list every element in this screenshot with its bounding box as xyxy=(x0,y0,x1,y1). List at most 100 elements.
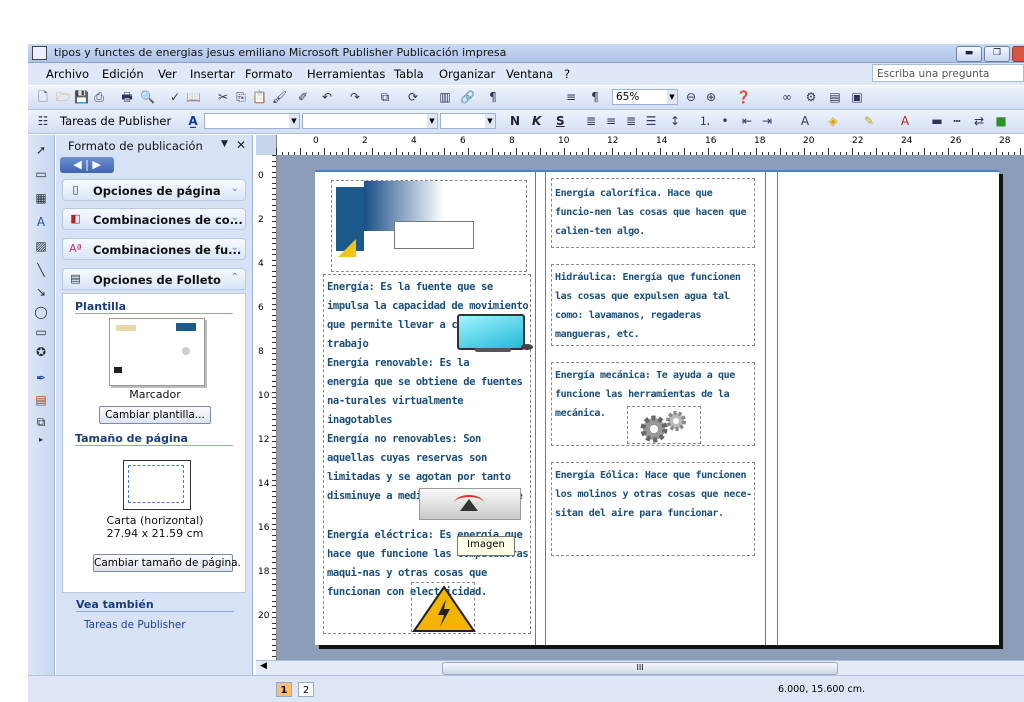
change-page-size-button[interactable]: Cambiar tamaño de página. xyxy=(93,554,241,572)
justify-icon[interactable]: ☰ xyxy=(644,114,658,128)
link-icon[interactable]: ∞ xyxy=(780,90,794,104)
monitor-image[interactable] xyxy=(457,314,533,354)
paragraph-hidraulica[interactable]: Hidráulica: Energía que funcionen las co… xyxy=(555,268,755,344)
zoom-out-icon[interactable]: ⊖ xyxy=(684,90,698,104)
decrease-indent-icon[interactable]: ⇤ xyxy=(740,114,754,128)
new-icon[interactable]: 🗋 xyxy=(36,90,50,104)
table-tool-icon[interactable]: ▦ xyxy=(34,191,48,205)
print-icon[interactable]: 🖶 xyxy=(120,90,134,104)
publisher-tasks-link[interactable]: Tareas de Publisher xyxy=(84,619,186,631)
oval-tool-icon[interactable]: ◯ xyxy=(34,305,48,319)
insert-hyperlink-icon[interactable]: 🔗 xyxy=(460,90,475,104)
menu-insertar[interactable]: Insertar xyxy=(190,67,235,81)
warning-image-frame[interactable] xyxy=(411,582,476,632)
section-page-options[interactable]: ▯ Opciones de página ⌄ xyxy=(62,179,246,201)
columns-icon[interactable]: ▥ xyxy=(438,90,452,104)
section-font-schemes[interactable]: Aª Combinaciones de fu... ⌄ xyxy=(62,238,246,260)
minimize-button[interactable]: ▬ xyxy=(956,46,982,62)
bullets-icon[interactable]: • xyxy=(718,114,732,128)
menu-edicion[interactable]: Edición xyxy=(102,67,144,81)
publication-page[interactable]: Energía: Es la fuente que se impulsa la … xyxy=(315,170,999,645)
italic-button[interactable]: K xyxy=(532,114,541,128)
align-right-icon[interactable]: ≣ xyxy=(624,114,638,128)
page-tab-1[interactable]: 1 xyxy=(276,682,292,697)
menu-archivo[interactable]: Archivo xyxy=(46,67,89,81)
clear-icon[interactable]: ✐ xyxy=(296,90,310,104)
line-spacing-icon[interactable]: ↕ xyxy=(668,114,682,128)
picture-frame-icon[interactable]: ▣ xyxy=(850,90,864,104)
picture-tool-icon[interactable]: ▨ xyxy=(34,239,48,253)
menu-ayuda[interactable]: ? xyxy=(564,67,570,81)
save-icon[interactable]: 💾 xyxy=(74,90,89,104)
template-thumbnail[interactable] xyxy=(109,318,205,386)
paragraph-calorifica[interactable]: Energía calorífica. Hace que funcio-nen … xyxy=(555,184,755,241)
design-gallery-icon[interactable]: ▤ xyxy=(34,393,48,407)
menu-organizar[interactable]: Organizar xyxy=(439,67,495,81)
copy-icon[interactable]: ⎘ xyxy=(234,90,248,104)
font-size-select[interactable]: ▼ xyxy=(440,113,496,129)
open-icon[interactable]: 🗁 xyxy=(56,90,71,104)
page-tab-2[interactable]: 2 xyxy=(298,682,314,697)
increase-indent-icon[interactable]: ⇥ xyxy=(760,114,774,128)
paragraph-icon[interactable]: ≡ xyxy=(564,90,578,104)
business-info-icon[interactable]: ⧉ xyxy=(34,415,48,429)
menu-formato[interactable]: Formato xyxy=(245,67,293,81)
bring-front-icon[interactable]: ⧉ xyxy=(378,90,392,104)
scroll-left-icon[interactable]: ◀ xyxy=(260,661,267,671)
zoom-select[interactable]: 65% ▼ xyxy=(612,89,678,105)
rotate-icon[interactable]: ⟳ xyxy=(406,90,420,104)
menu-ventana[interactable]: Ventana xyxy=(506,67,553,81)
font-select[interactable]: ▼ xyxy=(302,113,438,129)
print-preview-icon[interactable]: 🔍 xyxy=(140,90,155,104)
wordart-tool-icon[interactable]: A xyxy=(34,215,48,229)
vertical-ruler[interactable]: 0 2 4 6 8 10 12 14 16 18 20 xyxy=(256,155,277,660)
more-tools-icon[interactable]: ▸ xyxy=(34,433,48,447)
paragraph-renovable[interactable]: Energía renovable: Es la energía que se … xyxy=(327,354,533,430)
dash-style-icon[interactable]: ┅ xyxy=(950,114,964,128)
line-color-icon[interactable]: ✎ xyxy=(862,114,876,128)
text-box-tool-icon[interactable]: ▭ xyxy=(34,167,48,181)
change-template-button[interactable]: Cambiar plantilla... xyxy=(99,406,211,424)
style-select[interactable]: ▼ xyxy=(204,113,300,129)
section-brochure-options[interactable]: ▤ Opciones de Folleto ⌃ xyxy=(62,268,246,290)
styles-icon[interactable]: A̲ xyxy=(186,114,200,128)
scroll-thumb[interactable]: III xyxy=(442,662,838,675)
task-pane-menu-icon[interactable]: ▼ xyxy=(221,139,228,149)
menu-tabla[interactable]: Tabla xyxy=(394,67,424,81)
task-pane-nav-buttons[interactable]: ◀ | ▶ xyxy=(60,157,114,173)
arrow-tool-icon[interactable]: ↘ xyxy=(34,285,48,299)
font-color-icon[interactable]: A xyxy=(898,114,912,128)
zoom-in-icon[interactable]: ⊕ xyxy=(704,90,718,104)
device-image[interactable] xyxy=(419,488,521,520)
line-style-icon[interactable]: ▬ xyxy=(930,114,944,128)
publisher-tasks-button[interactable]: Tareas de Publisher xyxy=(60,114,171,128)
paste-icon[interactable]: 📋 xyxy=(252,90,267,104)
rectangle-tool-icon[interactable]: ▭ xyxy=(34,325,48,339)
gears-image-frame[interactable] xyxy=(627,406,701,444)
fill-color-icon[interactable]: ◈ xyxy=(826,114,840,128)
text-box-icon[interactable]: ▤ xyxy=(828,90,842,104)
horizontal-scrollbar[interactable]: ◀ III xyxy=(256,660,1024,675)
menu-herramientas[interactable]: Herramientas xyxy=(307,67,385,81)
arrow-style-icon[interactable]: ⇄ xyxy=(972,114,986,128)
hotspot-tool-icon[interactable]: ✒ xyxy=(34,371,48,385)
close-button[interactable] xyxy=(1012,46,1024,62)
format-painter-icon[interactable]: 🖌 xyxy=(272,90,287,104)
line-tool-icon[interactable]: ╲ xyxy=(34,263,48,277)
ruler-corner[interactable] xyxy=(256,135,277,155)
search-document-icon[interactable]: ⎙ xyxy=(92,90,106,104)
numbering-icon[interactable]: ⒈ xyxy=(698,114,712,128)
align-center-icon[interactable]: ≡ xyxy=(604,114,618,128)
font-size-up-icon[interactable]: A xyxy=(798,114,812,128)
shadow-icon[interactable]: ■ xyxy=(994,114,1008,128)
paragraph-eolica[interactable]: Energía Eólica: Hace que funcionen los m… xyxy=(555,466,755,523)
special-chars-icon[interactable]: ¶ xyxy=(486,90,500,104)
research-icon[interactable]: 📖 xyxy=(186,90,201,104)
logo-frame[interactable] xyxy=(331,180,527,272)
spelling-icon[interactable]: ✓ xyxy=(168,90,182,104)
align-left-icon[interactable]: ≣ xyxy=(584,114,598,128)
menu-ver[interactable]: Ver xyxy=(158,67,177,81)
underline-button[interactable]: S xyxy=(556,114,565,128)
select-pointer-icon[interactable]: ➚ xyxy=(34,143,48,157)
horizontal-ruler[interactable]: 0 2 4 6 8 10 12 14 16 18 20 22 24 26 28 xyxy=(256,135,1024,156)
